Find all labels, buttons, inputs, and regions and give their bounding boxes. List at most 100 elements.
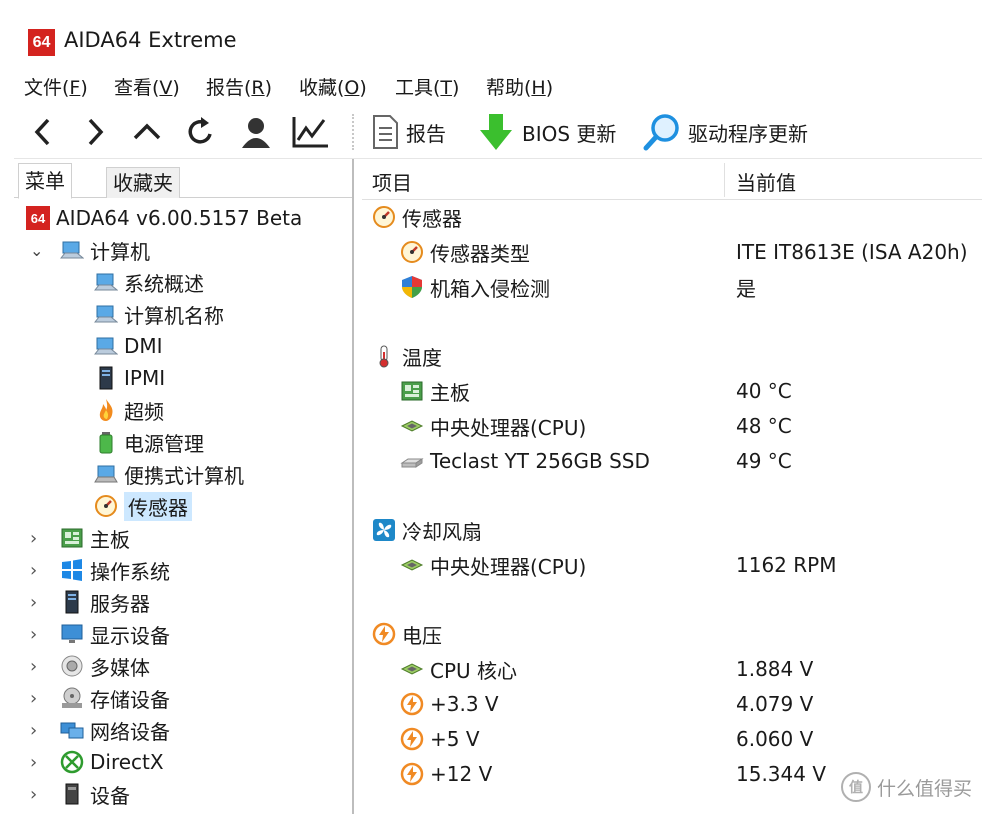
xbox-directx-icon — [60, 750, 84, 774]
tree-item-motherboard[interactable]: › 主板 — [30, 523, 130, 553]
gauge-icon — [401, 241, 423, 263]
gauge-icon — [95, 495, 117, 517]
benchmark-button[interactable] — [290, 112, 330, 152]
tree-item-multimedia[interactable]: › 多媒体 — [30, 651, 150, 681]
tree-label: 显示设备 — [90, 623, 170, 648]
forward-button[interactable] — [80, 112, 110, 152]
back-button[interactable] — [28, 112, 58, 152]
group-temperature-header[interactable]: 温度 — [372, 340, 442, 372]
aida64-small-icon: 64 — [26, 206, 50, 230]
menu-tools[interactable]: 工具(T) — [395, 73, 459, 103]
tree-item-computer-name[interactable]: 计算机名称 — [94, 299, 224, 329]
row-value: 6.060 V — [736, 727, 814, 751]
menu-report[interactable]: 报告(R) — [206, 73, 272, 103]
chevron-right-icon[interactable]: › — [30, 688, 48, 709]
tree-item-overclock[interactable]: 超频 — [94, 395, 164, 425]
tree-item-network[interactable]: › 网络设备 — [30, 715, 170, 745]
group-fans-header[interactable]: 冷却风扇 — [372, 514, 482, 546]
tree-item-os[interactable]: › 操作系统 — [30, 555, 170, 585]
laptop-icon — [94, 465, 118, 483]
tab-favorites[interactable]: 收藏夹 — [106, 167, 180, 198]
network-icon — [60, 722, 84, 739]
tree-item-dmi[interactable]: DMI — [94, 331, 163, 361]
row-label: +12 V — [430, 762, 493, 786]
refresh-button[interactable] — [184, 112, 218, 152]
row-value: 1162 RPM — [736, 553, 837, 577]
table-row[interactable]: CPU 核心 1.884 V — [400, 653, 980, 685]
column-item-header[interactable]: 项目 — [372, 167, 412, 196]
tree-label: 多媒体 — [90, 655, 150, 680]
chevron-right-icon[interactable]: › — [30, 752, 48, 773]
chevron-right-icon[interactable]: › — [30, 624, 48, 645]
details-pane: 项目 当前值 传感器 传感器类型 ITE IT8613E (ISA A20h) … — [362, 159, 982, 814]
tree-item-directx[interactable]: › DirectX — [30, 747, 164, 777]
device-icon — [65, 783, 79, 805]
monitor-icon — [61, 624, 83, 643]
tree-item-system-summary[interactable]: 系统概述 — [94, 267, 204, 297]
table-row[interactable]: 中央处理器(CPU) 1162 RPM — [400, 549, 980, 581]
chevron-right-icon[interactable]: › — [30, 528, 48, 549]
tree-item-ipmi[interactable]: IPMI — [94, 363, 165, 393]
motherboard-icon — [61, 528, 83, 548]
tree-item-portable[interactable]: 便携式计算机 — [94, 459, 244, 489]
computer-icon — [94, 273, 118, 291]
report-button[interactable]: 报告 — [370, 112, 446, 152]
computer-icon — [94, 337, 118, 355]
chevron-right-icon[interactable]: › — [30, 656, 48, 677]
menu-help[interactable]: 帮助(H) — [486, 73, 553, 103]
chevron-right-icon[interactable]: › — [30, 720, 48, 741]
table-row[interactable]: 主板 40 °C — [400, 375, 980, 407]
driver-update-button[interactable]: 驱动程序更新 — [642, 112, 808, 152]
battery-icon — [99, 432, 113, 454]
tree-item-power[interactable]: 电源管理 — [94, 427, 204, 457]
table-row[interactable]: 机箱入侵检测 是 — [400, 271, 980, 303]
chevron-right-icon[interactable]: › — [30, 560, 48, 581]
column-value-header[interactable]: 当前值 — [736, 167, 796, 196]
table-row[interactable]: Teclast YT 256GB SSD 49 °C — [400, 445, 980, 477]
group-sensors-header[interactable]: 传感器 — [372, 201, 462, 233]
watermark-badge-icon: 值 — [840, 772, 871, 802]
tab-menu[interactable]: 菜单 — [18, 163, 72, 199]
chevron-right-icon[interactable]: › — [30, 784, 48, 805]
row-label: Teclast YT 256GB SSD — [430, 449, 650, 473]
windows-logo-icon — [62, 559, 82, 581]
table-row[interactable]: 传感器类型 ITE IT8613E (ISA A20h) — [400, 236, 980, 268]
app-window: 64 AIDA64 Extreme 文件(F) 查看(V) 报告(R) 收藏(O… — [14, 14, 982, 814]
tree-label: 电源管理 — [124, 431, 204, 456]
bios-update-button[interactable]: BIOS 更新 — [476, 112, 616, 152]
watermark-text: 什么值得买 — [876, 777, 972, 800]
tree-root[interactable]: 64 AIDA64 v6.00.5157 Beta — [26, 203, 302, 233]
up-button[interactable] — [130, 112, 164, 152]
column-divider[interactable] — [724, 163, 725, 197]
lightning-icon — [372, 622, 396, 646]
tree-item-sensors[interactable]: 传感器 — [94, 491, 192, 521]
row-value: 4.079 V — [736, 692, 814, 716]
tree-item-storage[interactable]: › 存储设备 — [30, 683, 170, 713]
tree-item-computer[interactable]: ⌄ 计算机 — [30, 235, 150, 265]
table-row[interactable]: +5 V 6.060 V — [400, 723, 980, 755]
ssd-drive-icon — [400, 458, 424, 468]
tree-label: 计算机 — [90, 239, 150, 264]
tree-item-devices[interactable]: › 设备 — [30, 779, 130, 809]
menu-view[interactable]: 查看(V) — [114, 73, 180, 103]
table-row[interactable]: 中央处理器(CPU) 48 °C — [400, 410, 980, 442]
tree-label: 主板 — [90, 527, 130, 552]
tree-item-display[interactable]: › 显示设备 — [30, 619, 170, 649]
cpu-chip-icon — [400, 663, 424, 675]
cpu-chip-icon — [400, 420, 424, 432]
tree-label: 操作系统 — [90, 559, 170, 584]
refresh-icon — [188, 117, 212, 144]
group-voltage-header[interactable]: 电压 — [372, 618, 442, 650]
tree-label: 传感器 — [124, 491, 192, 521]
table-row[interactable]: +3.3 V 4.079 V — [400, 688, 980, 720]
chevron-right-icon[interactable]: › — [30, 592, 48, 613]
menu-file[interactable]: 文件(F) — [24, 73, 88, 103]
group-title: 电压 — [402, 623, 442, 648]
speaker-icon — [61, 655, 83, 677]
tree-label: 设备 — [90, 783, 130, 808]
chevron-down-icon[interactable]: ⌄ — [30, 241, 48, 260]
row-value: 15.344 V — [736, 762, 827, 786]
menu-favorites[interactable]: 收藏(O) — [299, 73, 367, 103]
tree-item-server[interactable]: › 服务器 — [30, 587, 150, 617]
user-button[interactable] — [238, 112, 274, 152]
